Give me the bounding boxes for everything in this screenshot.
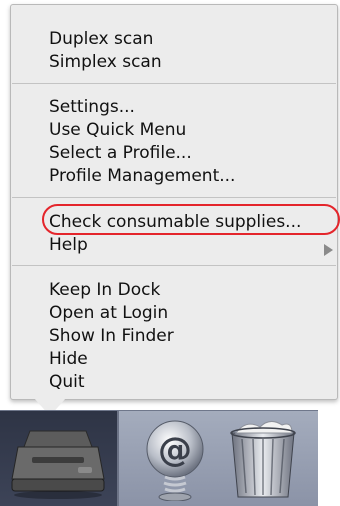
menu-item-settings[interactable]: Settings...: [49, 95, 135, 119]
trash-icon[interactable]: [226, 417, 300, 503]
menu-item-hide[interactable]: Hide: [49, 347, 88, 371]
menu-item-duplex-scan[interactable]: Duplex scan: [49, 27, 153, 51]
dock-divider: [117, 411, 119, 506]
highlight-annotation-oval: [42, 204, 340, 235]
at-sign-icon[interactable]: @: [140, 419, 210, 502]
menu-item-show-in-finder[interactable]: Show In Finder: [49, 324, 174, 348]
menu-item-keep-in-dock[interactable]: Keep In Dock: [49, 278, 160, 302]
submenu-arrow-icon: [324, 244, 333, 256]
menu-item-select-profile[interactable]: Select a Profile...: [49, 141, 192, 165]
menu-item-open-at-login[interactable]: Open at Login: [49, 301, 168, 325]
dock: @: [0, 410, 318, 506]
screen: Duplex scan Simplex scan Settings... Use…: [0, 0, 340, 506]
menu-separator: [12, 83, 336, 84]
svg-text:@: @: [158, 430, 192, 470]
menu-item-simplex-scan[interactable]: Simplex scan: [49, 50, 162, 74]
menu-item-use-quick-menu[interactable]: Use Quick Menu: [49, 118, 186, 142]
menu-item-help[interactable]: Help: [49, 233, 88, 257]
menu-separator: [12, 197, 336, 198]
menu-separator: [12, 265, 336, 266]
menu-item-profile-management[interactable]: Profile Management...: [49, 164, 235, 188]
scanner-icon[interactable]: [8, 417, 108, 501]
dock-context-menu: Duplex scan Simplex scan Settings... Use…: [10, 4, 340, 400]
menu-item-quit[interactable]: Quit: [49, 370, 85, 394]
